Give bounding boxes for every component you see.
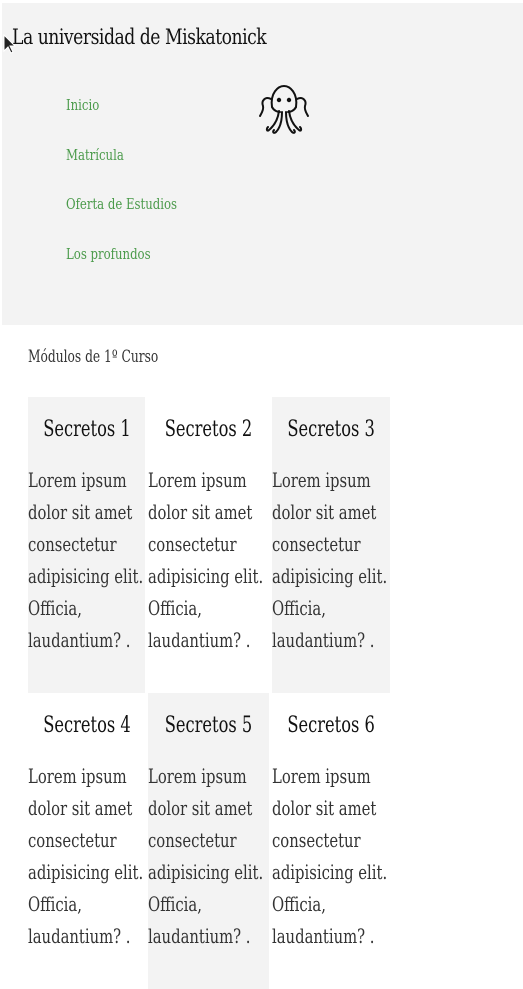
module-card-title: Secretos 2 bbox=[164, 417, 253, 442]
module-card-title: Secretos 5 bbox=[164, 713, 253, 738]
module-card-text: Lorem ipsum dolor sit amet consectetur a… bbox=[28, 764, 144, 948]
nav-link-los-profundos[interactable]: Los profundos bbox=[66, 245, 177, 295]
module-card-text: Lorem ipsum dolor sit amet consectetur a… bbox=[28, 468, 144, 652]
module-card-title: Secretos 3 bbox=[287, 417, 375, 442]
module-card: Secretos 4 Lorem ipsum dolor sit amet co… bbox=[28, 693, 145, 989]
module-card: Secretos 1 Lorem ipsum dolor sit amet co… bbox=[28, 397, 145, 693]
module-card-text: Lorem ipsum dolor sit amet consectetur a… bbox=[272, 764, 388, 948]
site-header: La universidad de Miskatonick Inicio Mat… bbox=[2, 3, 523, 325]
nav-link-inicio[interactable]: Inicio bbox=[66, 96, 177, 146]
module-card-title: Secretos 6 bbox=[287, 713, 375, 738]
module-card: Secretos 2 Lorem ipsum dolor sit amet co… bbox=[148, 397, 269, 693]
site-title: La universidad de Miskatonick bbox=[12, 25, 267, 49]
mouse-cursor-icon bbox=[3, 34, 17, 54]
nav-link-oferta-estudios[interactable]: Oferta de Estudios bbox=[66, 195, 177, 245]
nav-link-matricula[interactable]: Matrícula bbox=[66, 146, 177, 196]
module-card-text: Lorem ipsum dolor sit amet consectetur a… bbox=[272, 468, 388, 652]
modules-grid: Secretos 1 Lorem ipsum dolor sit amet co… bbox=[28, 397, 390, 989]
module-card-title: Secretos 1 bbox=[43, 417, 131, 442]
module-card-text: Lorem ipsum dolor sit amet consectetur a… bbox=[148, 764, 264, 948]
main-nav: Inicio Matrícula Oferta de Estudios Los … bbox=[66, 96, 208, 294]
module-card: Secretos 3 Lorem ipsum dolor sit amet co… bbox=[272, 397, 390, 693]
module-card-text: Lorem ipsum dolor sit amet consectetur a… bbox=[148, 468, 264, 652]
cthulhu-icon bbox=[259, 84, 309, 134]
module-card-title: Secretos 4 bbox=[43, 713, 131, 738]
module-card: Secretos 6 Lorem ipsum dolor sit amet co… bbox=[272, 693, 390, 989]
module-card: Secretos 5 Lorem ipsum dolor sit amet co… bbox=[148, 693, 269, 989]
section-title: Módulos de 1º Curso bbox=[28, 347, 159, 367]
